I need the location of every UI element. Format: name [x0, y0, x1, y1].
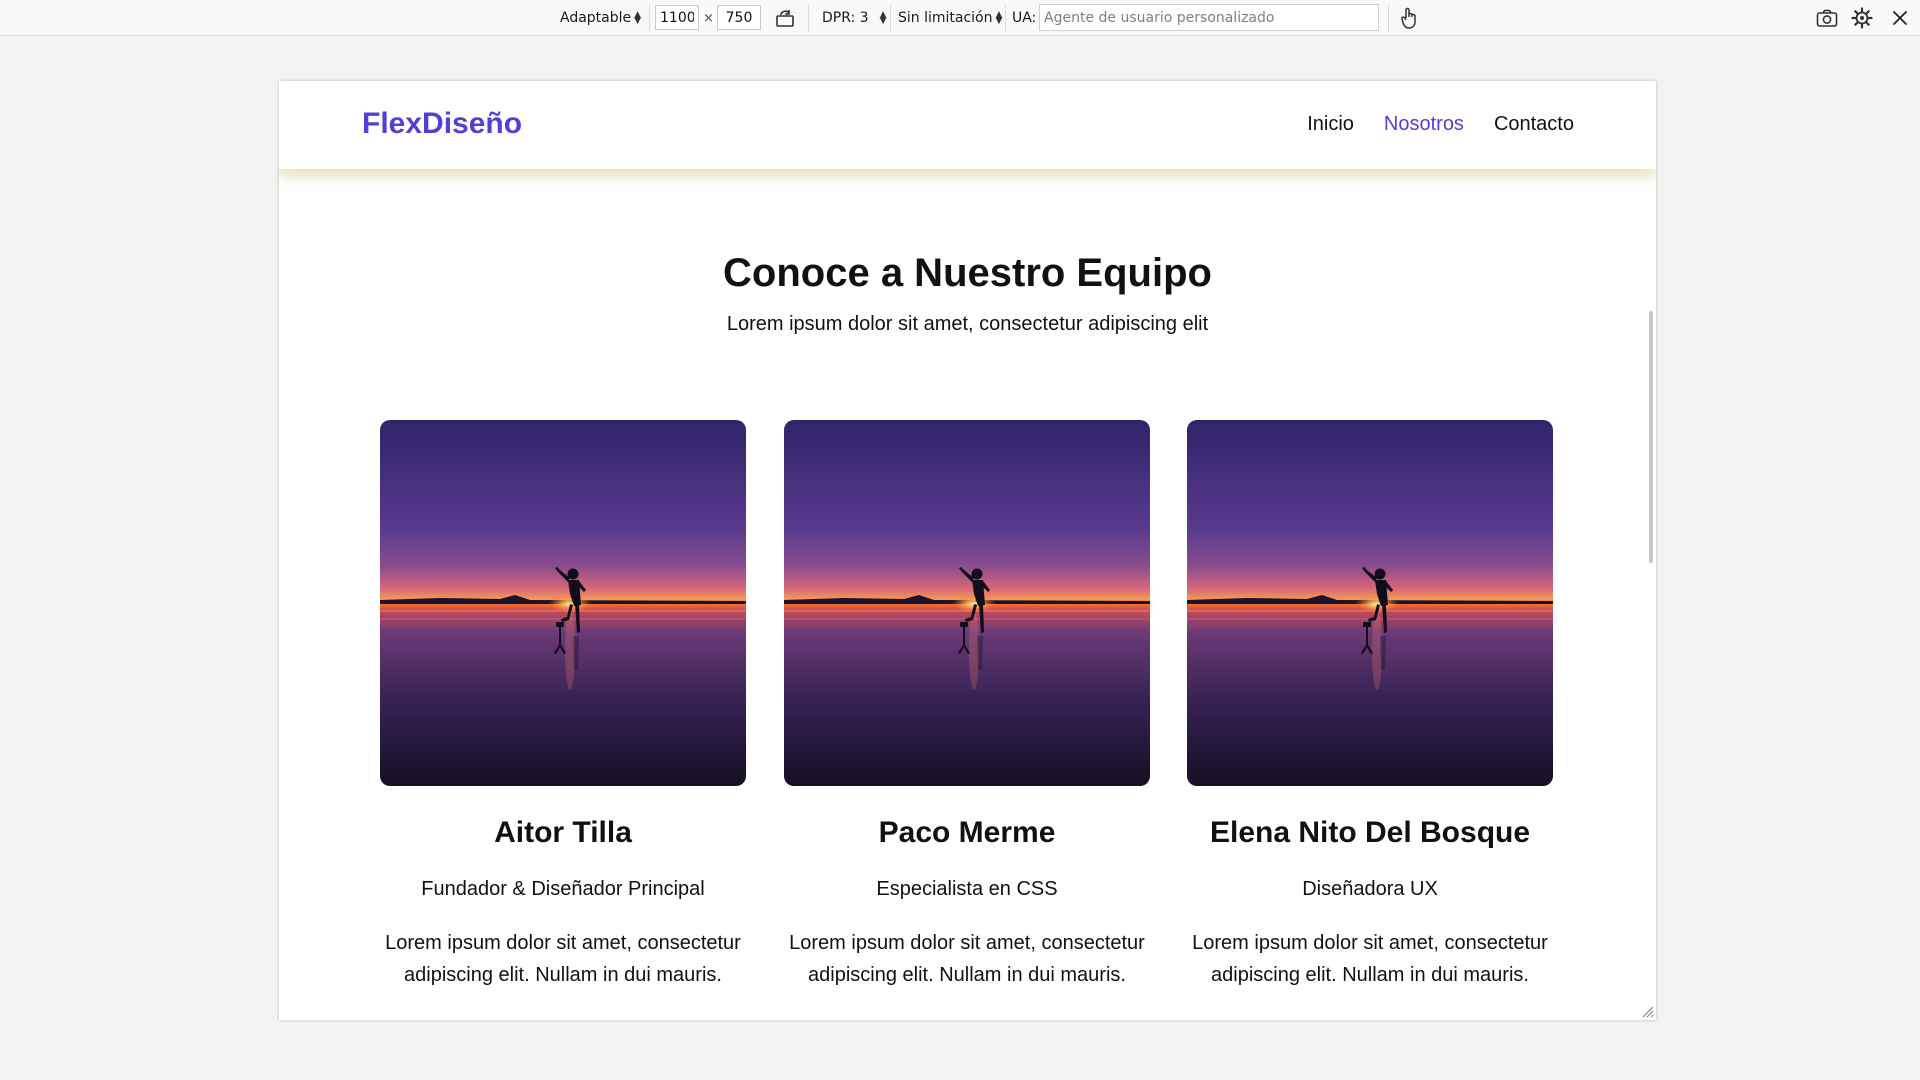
main-nav: Inicio Nosotros Contacto	[1307, 113, 1574, 136]
member-role: Fundador & Diseñador Principal	[421, 878, 705, 900]
member-description: Lorem ipsum dolor sit amet, consectetur …	[789, 932, 1145, 986]
times-sign: ×	[703, 10, 714, 26]
dpr-select-label: DPR: 3	[822, 10, 869, 26]
responsive-design-toolbar: Adaptable ▲▼ × DPR: 3 ▲▼ Sin limitación …	[0, 0, 1920, 36]
member-role: Especialista en CSS	[876, 878, 1058, 900]
user-agent-input[interactable]	[1039, 4, 1379, 31]
nav-link-inicio[interactable]: Inicio	[1307, 113, 1354, 136]
team-card: Aitor Tilla Fundador & Diseñador Princip…	[380, 420, 746, 986]
network-throttle-select[interactable]: Sin limitación ▲ ▼	[898, 0, 1002, 36]
close-icon[interactable]	[1888, 6, 1912, 30]
emulated-viewport: FlexDiseño Inicio Nosotros Contacto Cono…	[279, 81, 1656, 1020]
member-description: Lorem ipsum dolor sit amet, consectetur …	[1192, 932, 1548, 986]
member-name: Elena Nito Del Bosque	[1209, 816, 1531, 849]
nav-link-nosotros[interactable]: Nosotros	[1384, 113, 1464, 136]
member-name: Paco Merme	[878, 816, 1056, 849]
toolbar-divider	[808, 4, 809, 32]
device-select[interactable]: Adaptable ▲ ▼	[560, 0, 641, 36]
updown-arrows-icon: ▲ ▼	[634, 10, 642, 26]
screenshot-icon[interactable]	[1815, 6, 1839, 30]
member-description: Lorem ipsum dolor sit amet, consectetur …	[385, 932, 741, 986]
device-select-label: Adaptable	[560, 10, 632, 26]
team-member-photo	[784, 420, 1150, 786]
page-title: Conoce a Nuestro Equipo	[723, 251, 1212, 295]
rotate-viewport-icon[interactable]	[773, 6, 797, 30]
page-subtitle: Lorem ipsum dolor sit amet, consectetur …	[726, 313, 1209, 335]
team-card: Elena Nito Del Bosque Diseñadora UX Lore…	[1187, 420, 1553, 986]
nav-link-contacto[interactable]: Contacto	[1494, 113, 1574, 136]
vertical-scrollbar[interactable]	[1649, 311, 1653, 563]
viewport-height-input[interactable]	[717, 5, 761, 30]
team-card: Paco Merme Especialista en CSS Lorem ips…	[784, 420, 1150, 986]
toolbar-divider	[649, 4, 650, 32]
member-role: Diseñadora UX	[1302, 878, 1438, 900]
throttle-select-label: Sin limitación	[898, 10, 993, 26]
team-member-photo	[380, 420, 746, 786]
resize-handle-icon[interactable]	[1640, 1004, 1654, 1018]
viewport-width-input[interactable]	[655, 5, 699, 30]
site-logo[interactable]: FlexDiseño	[362, 107, 522, 141]
updown-arrows-icon: ▲ ▼	[995, 10, 1003, 26]
toolbar-divider	[890, 4, 891, 32]
site-header: FlexDiseño Inicio Nosotros Contacto	[279, 81, 1656, 169]
ua-label: UA:	[1012, 10, 1037, 26]
toolbar-divider	[1005, 4, 1006, 32]
dpr-select[interactable]: DPR: 3 ▲ ▼	[822, 0, 887, 36]
team-cards: Aitor Tilla Fundador & Diseñador Princip…	[380, 420, 1553, 1020]
touch-simulation-icon[interactable]	[1397, 6, 1421, 30]
settings-gear-icon[interactable]	[1850, 6, 1874, 30]
team-member-photo	[1187, 420, 1553, 786]
toolbar-divider	[1388, 4, 1389, 32]
member-name: Aitor Tilla	[494, 816, 632, 849]
updown-arrows-icon: ▲ ▼	[879, 10, 887, 26]
